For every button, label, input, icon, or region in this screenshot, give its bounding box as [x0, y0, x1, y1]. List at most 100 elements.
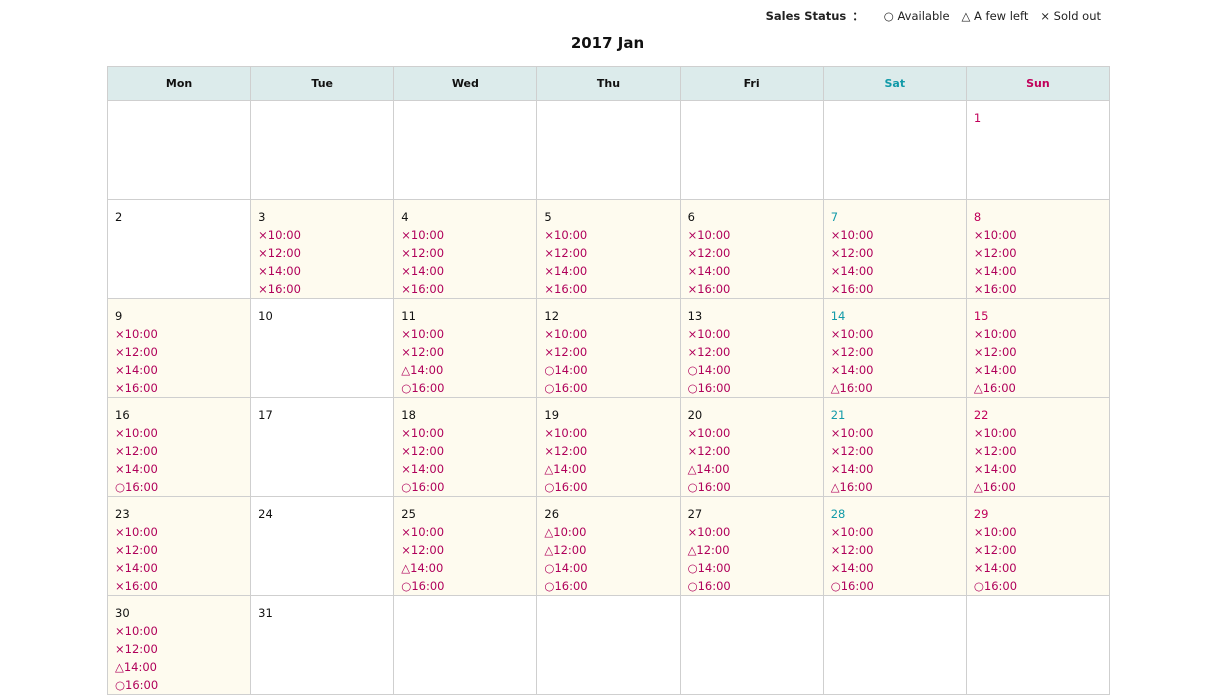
time-slot[interactable]: ×10:00 — [401, 523, 530, 541]
time-slot[interactable]: ○16:00 — [401, 478, 530, 496]
time-slot[interactable]: ×14:00 — [974, 559, 1103, 577]
time-slot[interactable]: △12:00 — [544, 541, 673, 559]
day-cell[interactable]: 23 ×10:00 ×12:00 ×14:00 ×16:00 — [106, 496, 252, 596]
day-cell[interactable]: 5 ×10:00 ×12:00 ×14:00 ×16:00 — [536, 199, 681, 299]
day-cell[interactable]: 25 ×10:00 ×12:00 △14:00 ○16:00 — [393, 496, 538, 596]
time-slot[interactable]: ×12:00 — [688, 244, 817, 262]
time-slot[interactable]: ×10:00 — [974, 325, 1103, 343]
time-slot[interactable]: ×10:00 — [401, 325, 530, 343]
time-slot[interactable]: ×12:00 — [544, 343, 673, 361]
time-slot[interactable]: ×12:00 — [258, 244, 387, 262]
time-slot[interactable]: △10:00 — [544, 523, 673, 541]
time-slot[interactable]: ×10:00 — [115, 424, 244, 442]
time-slot[interactable]: ×10:00 — [115, 523, 244, 541]
time-slot[interactable]: △14:00 — [688, 460, 817, 478]
time-slot[interactable]: ○16:00 — [401, 577, 530, 595]
time-slot[interactable]: ×10:00 — [115, 622, 244, 640]
day-cell[interactable]: 12 ×10:00 ×12:00 ○14:00 ○16:00 — [536, 298, 681, 398]
time-slot[interactable]: ×10:00 — [974, 226, 1103, 244]
time-slot[interactable]: ×12:00 — [974, 244, 1103, 262]
time-slot[interactable]: ×10:00 — [831, 523, 960, 541]
time-slot[interactable]: △12:00 — [688, 541, 817, 559]
time-slot[interactable]: ×14:00 — [115, 559, 244, 577]
time-slot[interactable]: ×16:00 — [688, 280, 817, 298]
time-slot[interactable]: ×14:00 — [115, 361, 244, 379]
time-slot[interactable]: ×12:00 — [831, 244, 960, 262]
time-slot[interactable]: ×16:00 — [401, 280, 530, 298]
day-cell[interactable]: 30 ×10:00 ×12:00 △14:00 ○16:00 — [106, 595, 252, 695]
time-slot[interactable]: ○16:00 — [544, 379, 673, 397]
time-slot[interactable]: ×10:00 — [688, 523, 817, 541]
day-cell[interactable]: 19 ×10:00 ×12:00 △14:00 ○16:00 — [536, 397, 681, 497]
time-slot[interactable]: ×14:00 — [258, 262, 387, 280]
time-slot[interactable]: ×14:00 — [831, 559, 960, 577]
time-slot[interactable]: ×10:00 — [544, 424, 673, 442]
time-slot[interactable]: ×12:00 — [974, 343, 1103, 361]
time-slot[interactable]: ×14:00 — [974, 361, 1103, 379]
time-slot[interactable]: ×14:00 — [401, 262, 530, 280]
time-slot[interactable]: ×16:00 — [974, 280, 1103, 298]
day-cell[interactable]: 29 ×10:00 ×12:00 ×14:00 ○16:00 — [965, 496, 1111, 596]
time-slot[interactable]: ○16:00 — [688, 577, 817, 595]
time-slot[interactable]: ×12:00 — [831, 442, 960, 460]
day-cell[interactable]: 26 △10:00 △12:00 ○14:00 ○16:00 — [536, 496, 681, 596]
time-slot[interactable]: ×12:00 — [831, 541, 960, 559]
time-slot[interactable]: △14:00 — [115, 658, 244, 676]
time-slot[interactable]: △16:00 — [831, 379, 960, 397]
day-cell[interactable]: 7 ×10:00 ×12:00 ×14:00 ×16:00 — [822, 199, 967, 299]
time-slot[interactable]: ×14:00 — [401, 460, 530, 478]
time-slot[interactable]: ×14:00 — [688, 262, 817, 280]
day-cell[interactable]: 13 ×10:00 ×12:00 ○14:00 ○16:00 — [679, 298, 824, 398]
time-slot[interactable]: ○16:00 — [831, 577, 960, 595]
time-slot[interactable]: ×10:00 — [544, 325, 673, 343]
time-slot[interactable]: ○14:00 — [544, 361, 673, 379]
time-slot[interactable]: ×10:00 — [688, 325, 817, 343]
time-slot[interactable]: ×12:00 — [974, 541, 1103, 559]
time-slot[interactable]: ×12:00 — [401, 244, 530, 262]
time-slot[interactable]: △16:00 — [974, 478, 1103, 496]
time-slot[interactable]: ×10:00 — [401, 424, 530, 442]
day-cell[interactable]: 6 ×10:00 ×12:00 ×14:00 ×16:00 — [679, 199, 824, 299]
day-cell[interactable]: 22 ×10:00 ×12:00 ×14:00 △16:00 — [965, 397, 1111, 497]
time-slot[interactable]: ○16:00 — [544, 577, 673, 595]
time-slot[interactable]: ×14:00 — [831, 361, 960, 379]
time-slot[interactable]: ×10:00 — [831, 325, 960, 343]
time-slot[interactable]: ×12:00 — [974, 442, 1103, 460]
time-slot[interactable]: ○16:00 — [688, 379, 817, 397]
day-cell[interactable]: 9 ×10:00 ×12:00 ×14:00 ×16:00 — [106, 298, 252, 398]
time-slot[interactable]: ×10:00 — [688, 424, 817, 442]
time-slot[interactable]: ×12:00 — [115, 442, 244, 460]
day-cell[interactable]: 21 ×10:00 ×12:00 ×14:00 △16:00 — [822, 397, 967, 497]
time-slot[interactable]: △14:00 — [401, 559, 530, 577]
time-slot[interactable]: ×16:00 — [115, 577, 244, 595]
time-slot[interactable]: ×14:00 — [831, 262, 960, 280]
day-cell[interactable]: 3 ×10:00 ×12:00 ×14:00 ×16:00 — [250, 199, 395, 299]
time-slot[interactable]: ×10:00 — [831, 226, 960, 244]
time-slot[interactable]: ×16:00 — [115, 379, 244, 397]
day-cell[interactable]: 15 ×10:00 ×12:00 ×14:00 △16:00 — [965, 298, 1111, 398]
day-cell[interactable]: 18 ×10:00 ×12:00 ×14:00 ○16:00 — [393, 397, 538, 497]
time-slot[interactable]: ○16:00 — [688, 478, 817, 496]
time-slot[interactable]: ×10:00 — [401, 226, 530, 244]
time-slot[interactable]: ×14:00 — [544, 262, 673, 280]
time-slot[interactable]: ×12:00 — [544, 244, 673, 262]
time-slot[interactable]: ×12:00 — [401, 343, 530, 361]
time-slot[interactable]: ×14:00 — [115, 460, 244, 478]
day-cell[interactable]: 4 ×10:00 ×12:00 ×14:00 ×16:00 — [393, 199, 538, 299]
day-cell[interactable]: 20 ×10:00 ×12:00 △14:00 ○16:00 — [679, 397, 824, 497]
time-slot[interactable]: ×12:00 — [401, 442, 530, 460]
time-slot[interactable]: ×14:00 — [974, 262, 1103, 280]
time-slot[interactable]: ○16:00 — [115, 478, 244, 496]
time-slot[interactable]: ×16:00 — [258, 280, 387, 298]
time-slot[interactable]: ○16:00 — [115, 676, 244, 694]
time-slot[interactable]: △16:00 — [974, 379, 1103, 397]
time-slot[interactable]: ×12:00 — [688, 343, 817, 361]
day-cell[interactable]: 28 ×10:00 ×12:00 ×14:00 ○16:00 — [822, 496, 967, 596]
time-slot[interactable]: ×10:00 — [688, 226, 817, 244]
time-slot[interactable]: ×16:00 — [544, 280, 673, 298]
day-cell[interactable]: 27 ×10:00 △12:00 ○14:00 ○16:00 — [679, 496, 824, 596]
time-slot[interactable]: ○14:00 — [544, 559, 673, 577]
time-slot[interactable]: ×12:00 — [115, 640, 244, 658]
time-slot[interactable]: ×10:00 — [544, 226, 673, 244]
day-cell[interactable]: 14 ×10:00 ×12:00 ×14:00 △16:00 — [822, 298, 967, 398]
